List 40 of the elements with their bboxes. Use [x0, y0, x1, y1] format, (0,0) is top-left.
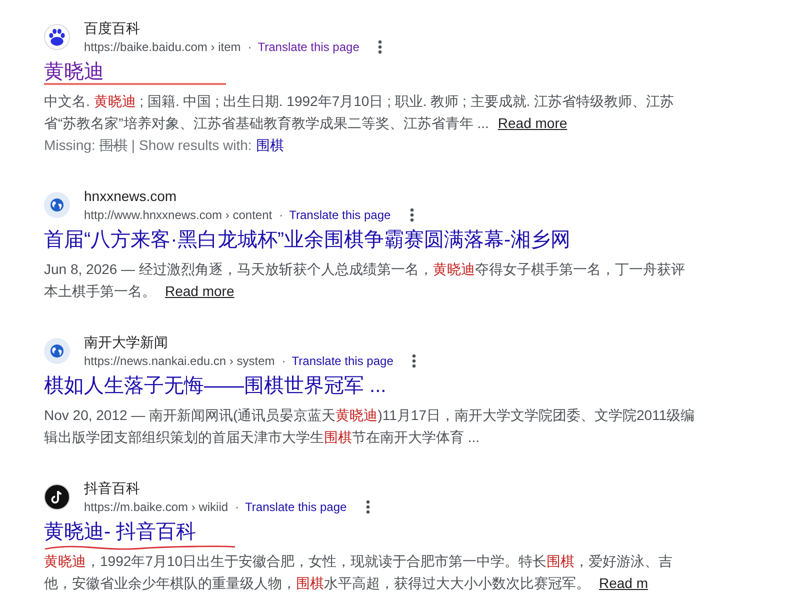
globe-icon — [44, 192, 70, 218]
url-separator-text: · — [248, 39, 252, 56]
result-url: https://m.baike.com › wikiid — [84, 499, 228, 516]
globe-icon — [44, 338, 70, 364]
missing-label: Missing: — [44, 136, 96, 155]
vertical-dots-icon — [378, 40, 382, 54]
translate-link[interactable]: Translate this page — [292, 352, 394, 370]
site-name: 抖音百科 — [84, 479, 141, 498]
result-url: http://www.hnxxnews.com › content — [84, 207, 272, 224]
result-title[interactable]: 首届“八方来客·黑白龙城杯”业余围棋争霸赛圆满落幕-湘乡网 — [44, 227, 571, 253]
translate-link[interactable]: Translate this page — [258, 38, 360, 56]
show-results-link[interactable]: 围棋 — [256, 134, 284, 156]
translate-link[interactable]: Translate this page — [289, 206, 391, 224]
read-more-link[interactable]: Read m — [599, 575, 648, 591]
read-more-link[interactable]: Read more — [165, 283, 234, 299]
result-snippet: Nov 20, 2012 — 南开新闻网讯(通讯员晏京蓝天黄晓迪)11月17日，南开大学文学院团委、文学院2011级编辑出版学团支部组织策划的首届天津市大学生围棋节在南开大学体育 ... — [44, 406, 696, 447]
result-url: https://news.nankai.edu.cn › system — [84, 353, 275, 370]
result-url: https://baike.baidu.com › item — [84, 39, 241, 56]
result-title[interactable]: 黄晓迪 — [44, 59, 104, 85]
vertical-dots-icon — [410, 208, 414, 222]
url-separator-text: · — [235, 499, 240, 516]
result-title[interactable]: 棋如人生落子无悔——围棋世界冠军 ... — [44, 373, 386, 399]
result-snippet: 中文名. 黄晓迪 ; 国籍. 中国 ; 出生日期. 1992年7月10日 ; 职业. 教师 ; 主要成就. 江苏省特级教师、江苏省“苏教名家”培养对象、江苏省基础教育教学成果二等奖、江苏省青年 ... Read more — [44, 92, 676, 133]
separator-text: | — [131, 136, 135, 155]
vertical-dots-icon — [412, 354, 416, 368]
url-separator-text: · — [279, 207, 284, 224]
site-name: 百度百科 — [84, 19, 141, 38]
show-results-label: Show results with: — [139, 136, 252, 155]
vertical-dots-icon — [366, 500, 370, 514]
read-more-link[interactable]: Read more — [498, 115, 568, 131]
url-separator-text: · — [282, 353, 286, 370]
result-snippet: Jun 8, 2026 — 经过激烈角逐，马天放斩获个人总成绩第一名，黄晓迪夺得女子棋手第一名，丁一舟获评本土棋手第一名。 Read more — [44, 260, 686, 301]
music-note-logo-icon — [44, 484, 70, 510]
site-name: hnxxnews.com — [84, 187, 178, 206]
site-name: 南开大学新闻 — [84, 333, 169, 352]
missing-term: 围棋 — [99, 136, 128, 155]
result-title[interactable]: 黄晓迪- 抖音百科 — [44, 519, 196, 545]
translate-link[interactable]: Translate this page — [245, 498, 347, 516]
result-snippet: 黄晓迪，1992年7月10日出生于安徽合肥，女性，现就读于合肥市第一中学。特长围棋，爱好游泳、吉他，安徽省业余少年棋队的重量级人物，围棋水平高超，获得过大大小小数次比赛冠军。 Read m — [44, 552, 674, 593]
paw-logo-icon — [44, 24, 70, 50]
